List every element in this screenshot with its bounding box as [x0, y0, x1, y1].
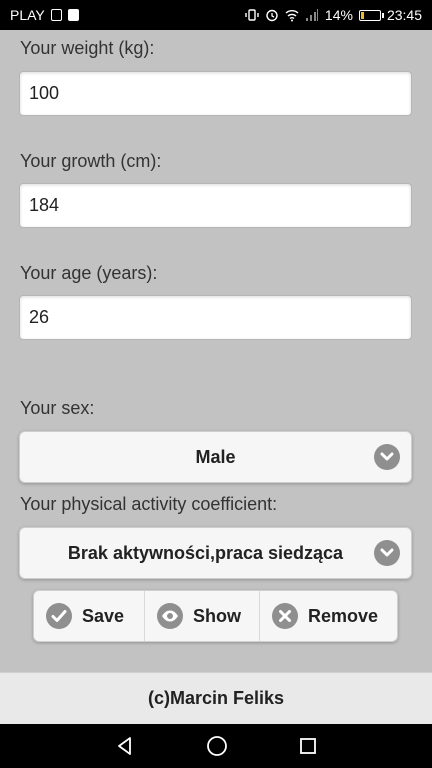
weight-label: Your weight (kg):	[20, 38, 155, 58]
vibrate-icon	[245, 9, 259, 21]
footer-text: (c)Marcin Feliks	[147, 688, 285, 708]
remove-button-label: Remove	[308, 605, 379, 626]
show-button-label: Show	[193, 605, 241, 626]
weight-input[interactable]: 100	[19, 71, 412, 116]
clock: 23:45	[386, 7, 422, 23]
recents-icon[interactable]	[299, 737, 317, 755]
home-icon[interactable]	[206, 735, 228, 757]
growth-label: Your growth (cm):	[20, 151, 162, 171]
carrier-label: PLAY	[10, 7, 45, 23]
activity-label: Your physical activity coefficient:	[20, 494, 278, 514]
eye-icon	[157, 603, 183, 629]
navigation-bar	[0, 724, 432, 768]
sex-select[interactable]: Male	[19, 431, 412, 483]
save-button-label: Save	[82, 605, 125, 626]
wifi-icon	[285, 10, 299, 22]
status-bar: PLAY 14% 23:45	[0, 0, 432, 30]
footer: (c)Marcin Feliks	[0, 672, 432, 724]
alarm-icon	[266, 9, 278, 22]
form-container: Your weight (kg): 100 Your growth (cm): …	[0, 30, 432, 672]
save-button[interactable]: Save	[34, 591, 145, 641]
signal-icon	[305, 9, 318, 21]
show-button[interactable]: Show	[145, 591, 260, 641]
sim-icon	[50, 9, 62, 21]
back-icon[interactable]	[115, 736, 135, 756]
chevron-down-icon	[374, 444, 400, 470]
delete-icon	[272, 603, 298, 629]
chevron-down-icon	[374, 540, 400, 566]
check-icon	[46, 603, 72, 629]
battery-icon	[358, 9, 384, 21]
action-button-group: Save Show Remove	[33, 590, 398, 642]
remove-button[interactable]: Remove	[260, 591, 397, 641]
activity-select-value: Brak aktywności,praca siedząca	[67, 542, 344, 563]
age-label: Your age (years):	[20, 263, 158, 283]
facebook-icon	[67, 9, 79, 21]
sex-label: Your sex:	[20, 398, 95, 418]
growth-input[interactable]: 184	[19, 183, 412, 228]
age-input[interactable]: 26	[19, 295, 412, 340]
activity-select[interactable]: Brak aktywności,praca siedząca	[19, 527, 412, 579]
sex-select-value: Male	[195, 446, 236, 467]
battery-percent: 14%	[324, 7, 353, 23]
